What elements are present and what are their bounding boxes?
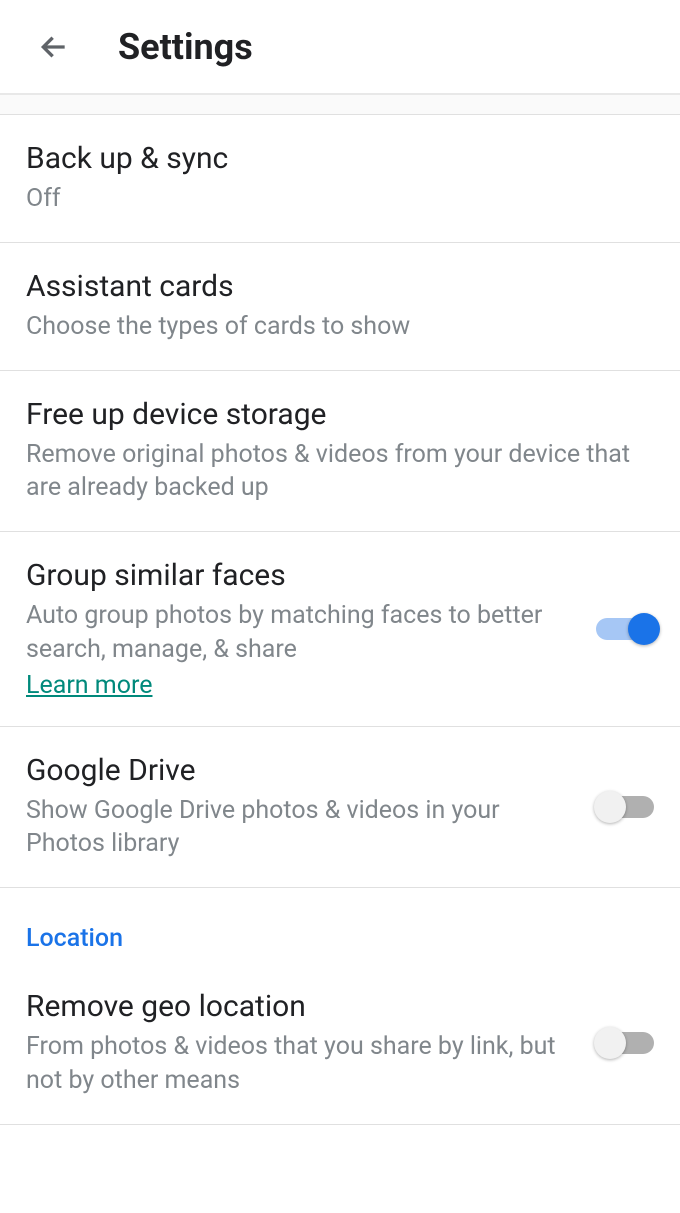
faces-toggle[interactable] <box>596 618 654 640</box>
geo-toggle[interactable] <box>596 1032 654 1054</box>
row-group-similar-faces[interactable]: Group similar faces Auto group photos by… <box>0 532 680 727</box>
row-title: Free up device storage <box>26 397 654 432</box>
page-title: Settings <box>118 26 253 68</box>
switch-thumb <box>594 791 626 823</box>
row-title: Google Drive <box>26 753 576 788</box>
section-header-location: Location <box>0 888 680 963</box>
row-title: Assistant cards <box>26 269 654 304</box>
drive-toggle[interactable] <box>596 796 654 818</box>
row-title: Back up & sync <box>26 141 654 176</box>
row-assistant-cards[interactable]: Assistant cards Choose the types of card… <box>0 243 680 371</box>
learn-more-link[interactable]: Learn more <box>26 671 152 700</box>
switch-thumb <box>628 613 660 645</box>
row-subtitle: Remove original photos & videos from you… <box>26 438 654 506</box>
back-button[interactable] <box>30 23 78 71</box>
row-title: Group similar faces <box>26 558 576 593</box>
row-backup-sync[interactable]: Back up & sync Off <box>0 115 680 243</box>
row-title: Remove geo location <box>26 989 576 1024</box>
row-remove-geo-location[interactable]: Remove geo location From photos & videos… <box>0 963 680 1125</box>
arrow-left-icon <box>38 31 70 63</box>
row-google-drive[interactable]: Google Drive Show Google Drive photos & … <box>0 727 680 889</box>
row-subtitle: Off <box>26 182 654 216</box>
row-subtitle: Choose the types of cards to show <box>26 310 654 344</box>
app-header: Settings <box>0 0 680 95</box>
row-subtitle: From photos & videos that you share by l… <box>26 1030 576 1098</box>
row-free-up-storage[interactable]: Free up device storage Remove original p… <box>0 371 680 533</box>
switch-thumb <box>594 1027 626 1059</box>
header-spacer <box>0 95 680 115</box>
row-subtitle: Auto group photos by matching faces to b… <box>26 599 576 667</box>
row-subtitle: Show Google Drive photos & videos in you… <box>26 794 576 862</box>
